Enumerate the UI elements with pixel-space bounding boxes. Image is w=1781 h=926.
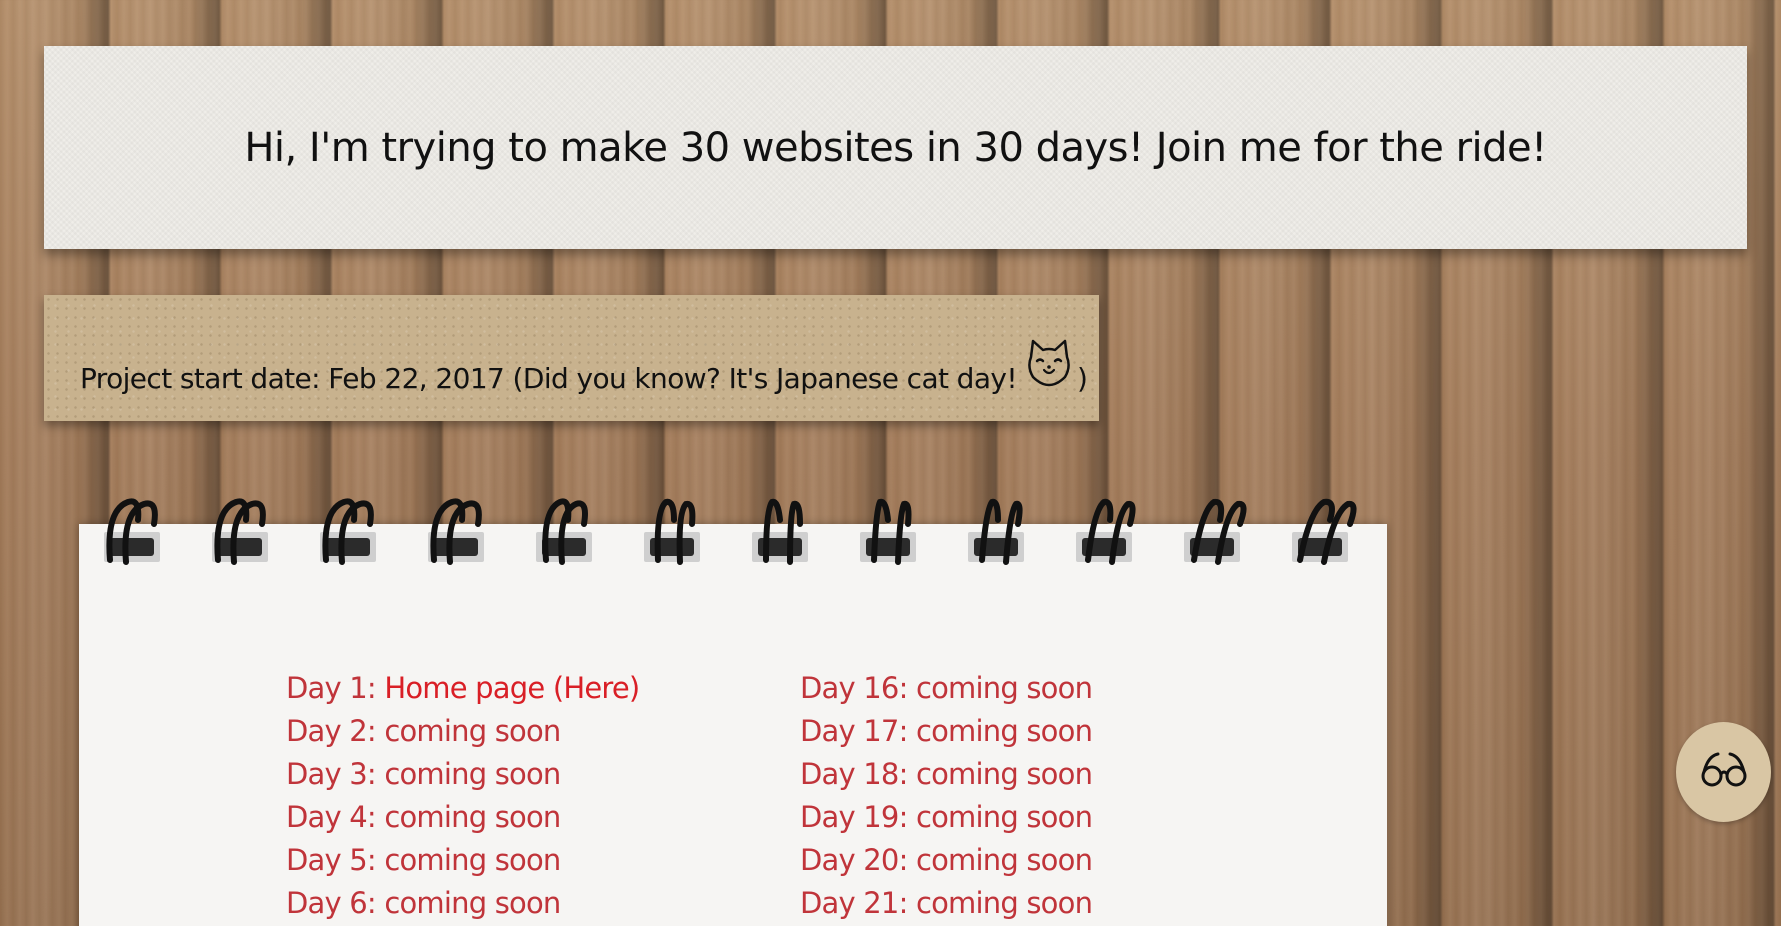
spiral-ring-icon <box>316 490 388 572</box>
days-list: Day 1: Home page (Here) Day 2: coming so… <box>79 524 1387 926</box>
spiral-ring-icon <box>208 490 280 572</box>
day-item-6: Day 6: coming soon <box>286 886 561 920</box>
day-item-17: Day 17: coming soon <box>800 714 1093 748</box>
spiral-ring-icon <box>100 490 172 572</box>
day-item-16: Day 16: coming soon <box>800 671 1093 705</box>
start-date-note: Project start date: Feb 22, 2017 (Did yo… <box>44 295 1099 421</box>
day-item-21: Day 21: coming soon <box>800 886 1093 920</box>
spiral-ring-icon <box>1072 490 1144 572</box>
cat-face-icon <box>1023 337 1075 389</box>
header-banner: Hi, I'm trying to make 30 websites in 30… <box>44 46 1747 249</box>
day-item-19: Day 19: coming soon <box>800 800 1093 834</box>
day-1-label: Day 1: <box>286 671 385 705</box>
spiral-ring-icon <box>748 490 820 572</box>
notebook-spiral-binding <box>100 490 1360 570</box>
days-column-right: Day 16: coming soon Day 17: coming soon … <box>800 667 1093 925</box>
page-title: Hi, I'm trying to make 30 websites in 30… <box>244 124 1547 171</box>
day-item-1: Day 1: Home page (Here) <box>286 667 640 710</box>
start-date-close-paren: ) <box>1077 362 1088 395</box>
spiral-ring-icon <box>856 490 928 572</box>
day-item-18: Day 18: coming soon <box>800 757 1093 791</box>
day-item-20: Day 20: coming soon <box>800 843 1093 877</box>
day-item-5: Day 5: coming soon <box>286 843 561 877</box>
day-item-2: Day 2: coming soon <box>286 714 561 748</box>
spiral-ring-icon <box>1288 490 1360 572</box>
spiral-ring-icon <box>532 490 604 572</box>
glasses-icon <box>1698 750 1750 794</box>
spiral-ring-icon <box>1180 490 1252 572</box>
start-date-text: Project start date: Feb 22, 2017 (Did yo… <box>80 362 1018 395</box>
spiral-ring-icon <box>964 490 1036 572</box>
reader-mode-button[interactable] <box>1676 722 1771 822</box>
day-item-4: Day 4: coming soon <box>286 800 561 834</box>
days-column-left: Day 1: Home page (Here) Day 2: coming so… <box>286 667 640 925</box>
spiral-ring-icon <box>640 490 712 572</box>
day-item-3: Day 3: coming soon <box>286 757 561 791</box>
start-date-text-row: Project start date: Feb 22, 2017 (Did yo… <box>80 339 1088 395</box>
day-1-link[interactable]: Home page (Here) <box>384 671 640 705</box>
spiral-ring-icon <box>424 490 496 572</box>
notebook-page: Day 1: Home page (Here) Day 2: coming so… <box>79 524 1387 926</box>
